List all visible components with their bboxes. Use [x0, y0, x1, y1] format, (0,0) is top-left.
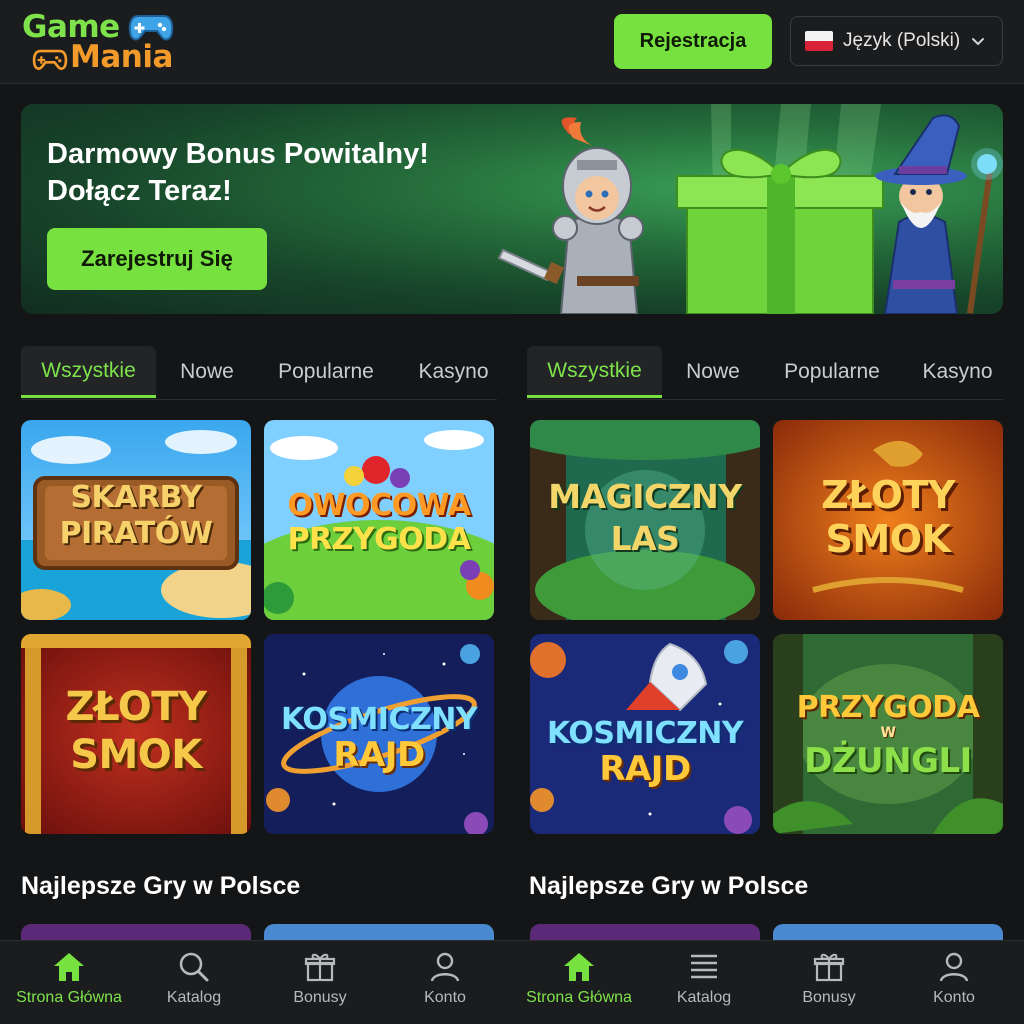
game-card-zloty-smok[interactable]: ZŁOTY SMOK [773, 420, 1003, 620]
section-title: Najlepsze Gry w Polsce [529, 872, 809, 900]
game-card-zloty-smok[interactable]: ZŁOTY SMOK [21, 634, 251, 834]
game-card-kosmiczny-rajd[interactable]: KOSMICZNY RAJD [530, 634, 760, 834]
game-category-tabs-left: Wszystkie Nowe Popularne Kasyno [21, 346, 497, 400]
nav-label: Bonusy [293, 989, 347, 1006]
nav-item-bonuses[interactable]: Bonusy [260, 951, 380, 1017]
game-category-tabs-right: Wszystkie Nowe Popularne Kasyno [527, 346, 1003, 400]
logo-text-mania: Mania [70, 39, 173, 75]
tab-kasyno[interactable]: Kasyno [406, 346, 501, 398]
nav-label: Katalog [676, 989, 732, 1006]
nav-label: Katalog [166, 989, 222, 1006]
banner-register-button[interactable]: Zarejestruj Się [47, 228, 267, 290]
poland-flag-icon [805, 31, 833, 51]
bottom-navigation: Strona Główna Katalog Bonusy Konto Stron… [0, 940, 1024, 1024]
user-icon [430, 952, 460, 982]
game-title-line2: PRZYGODA [287, 522, 471, 557]
game-title-line2: PIRATÓW [59, 516, 213, 551]
nav-item-account[interactable]: Konto [894, 951, 1014, 1017]
game-card-kosmiczny-rajd[interactable]: KOSMICZNY RAJD [264, 634, 494, 834]
game-title-line2: SMOK [825, 517, 951, 561]
game-title-line2: DŻUNGLI [804, 741, 972, 781]
tab-kasyno[interactable]: Kasyno [912, 346, 1003, 398]
game-title-line2: RAJD [333, 735, 425, 775]
home-icon [54, 953, 84, 981]
top-header: Game Mania Rejestracja Język (Polski) [0, 0, 1024, 84]
game-title-line2: SMOK [70, 732, 202, 778]
nav-item-catalog[interactable]: Katalog [644, 951, 764, 1017]
game-card-przygoda-w-dzungli[interactable]: PRZYGODA W DŻUNGLI [773, 634, 1003, 834]
game-card-magiczny-las[interactable]: MAGICZNY LAS [530, 420, 760, 620]
section-title: Najlepsze Gry w Polsce [21, 872, 301, 900]
nav-label: Konto [424, 989, 466, 1006]
gamemania-logo[interactable]: Game Mania [20, 10, 180, 74]
gift-icon [813, 953, 845, 982]
chevron-down-icon [972, 38, 984, 45]
menu-icon [691, 954, 717, 979]
game-title-line1: PRZYGODA [796, 690, 980, 725]
gamepad-orange-icon [32, 49, 68, 70]
search-icon [179, 952, 209, 982]
banner-title: Darmowy Bonus Powitalny! Dołącz Teraz! [47, 138, 429, 207]
tab-nowe[interactable]: Nowe [163, 346, 251, 398]
game-title-line1: KOSMICZNY [280, 702, 478, 737]
language-selector[interactable]: Język (Polski) [790, 16, 1003, 66]
game-title-line1: ZŁOTY [65, 684, 207, 730]
game-title-line1: ZŁOTY [821, 473, 955, 517]
register-button[interactable]: Rejestracja [614, 14, 772, 69]
knight-character [497, 117, 644, 314]
user-icon [939, 952, 969, 982]
home-icon [564, 953, 594, 981]
nav-label: Bonusy [802, 989, 856, 1006]
nav-label: Strona Główna [526, 989, 632, 1006]
game-card-owocowa-przygoda[interactable]: OWOCOWA PRZYGODA [264, 420, 494, 620]
tab-popularne[interactable]: Popularne [266, 346, 386, 398]
nav-label: Konto [933, 989, 975, 1006]
game-title-line2: LAS [610, 519, 680, 558]
game-title-line1: OWOCOWA [287, 488, 471, 523]
nav-item-catalog[interactable]: Katalog [134, 951, 254, 1017]
banner-illustration [497, 104, 1003, 314]
nav-item-home[interactable]: Strona Główna [519, 951, 639, 1017]
nav-item-bonuses[interactable]: Bonusy [769, 951, 889, 1017]
tab-wszystkie[interactable]: Wszystkie [527, 346, 662, 398]
tab-wszystkie[interactable]: Wszystkie [21, 346, 156, 398]
nav-label: Strona Główna [16, 989, 122, 1006]
gift-icon [304, 953, 336, 982]
game-title-line1: MAGICZNY [548, 477, 742, 516]
game-title-line2: RAJD [599, 749, 691, 789]
game-title-line1: KOSMICZNY [546, 716, 744, 751]
game-title-line-mid: W [880, 725, 896, 741]
nav-item-home[interactable]: Strona Główna [9, 951, 129, 1017]
language-label: Język (Polski) [843, 30, 961, 51]
wizard-character [875, 114, 1003, 314]
game-card-skarby-piratow[interactable]: SKARBY PIRATÓW [21, 420, 251, 620]
nav-item-account[interactable]: Konto [385, 951, 505, 1017]
tab-popularne[interactable]: Popularne [772, 346, 892, 398]
game-title-line1: SKARBY [70, 480, 202, 515]
tab-nowe[interactable]: Nowe [669, 346, 757, 398]
welcome-bonus-banner[interactable]: Darmowy Bonus Powitalny! Dołącz Teraz! Z… [21, 104, 1003, 314]
